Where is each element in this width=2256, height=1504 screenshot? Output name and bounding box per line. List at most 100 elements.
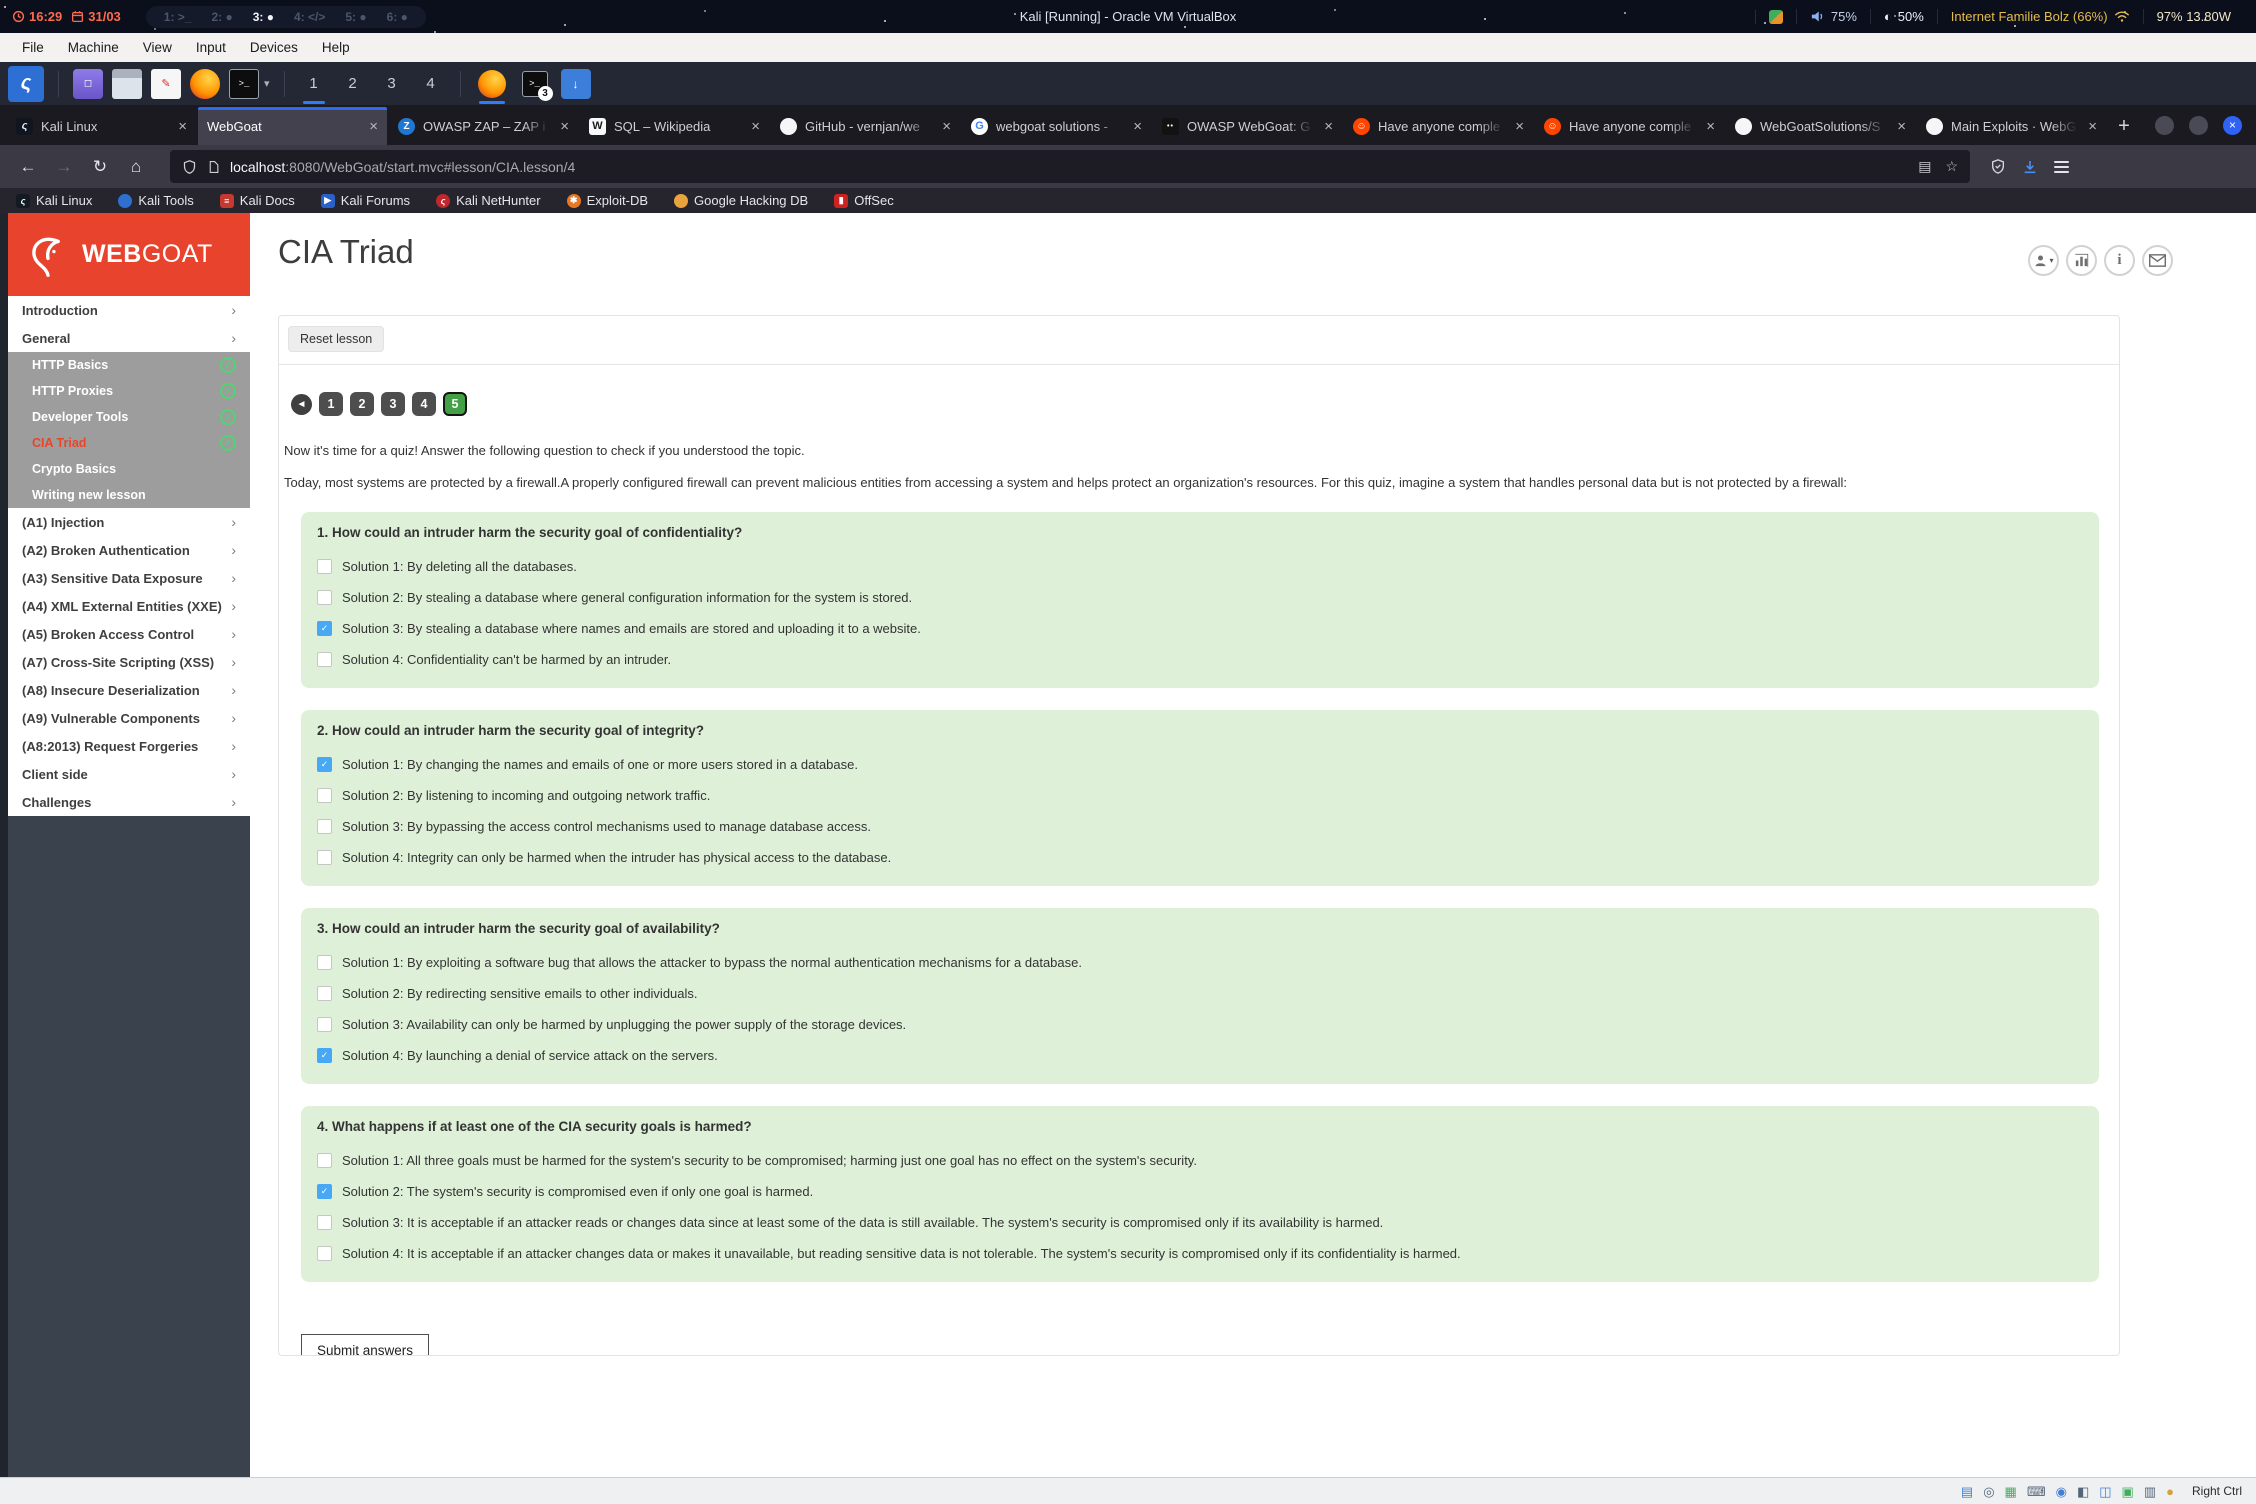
answer-option[interactable]: Solution 4: It is acceptable if an attac… bbox=[317, 1244, 2083, 1263]
menu-help[interactable]: Help bbox=[310, 40, 362, 55]
firefox-running-task[interactable] bbox=[475, 62, 509, 105]
reload-button[interactable]: ↻ bbox=[84, 152, 116, 182]
answer-option[interactable]: Solution 3: Availability can only be har… bbox=[317, 1015, 2083, 1034]
pagination-back-button[interactable]: ◄ bbox=[291, 394, 312, 415]
checkbox-unchecked[interactable] bbox=[317, 850, 332, 865]
tray-app-icon[interactable] bbox=[1769, 10, 1783, 24]
bookmark-offsec[interactable]: ▮OffSec bbox=[834, 193, 894, 208]
sidebar-item-a2-broken-authentication[interactable]: (A2) Broken Authentication› bbox=[8, 536, 250, 564]
kali-menu-button[interactable]: ς bbox=[8, 66, 44, 102]
browser-tab-sql-wikipedia[interactable]: W SQL – Wikipedia × bbox=[580, 107, 769, 145]
network-module[interactable]: Internet Familie Bolz (66%) bbox=[1937, 9, 2143, 24]
recording-status-icon[interactable]: ▥ bbox=[2144, 1485, 2156, 1498]
answer-option[interactable]: Solution 1: By exploiting a software bug… bbox=[317, 953, 2083, 972]
checkbox-unchecked[interactable] bbox=[317, 1215, 332, 1230]
contact-button[interactable] bbox=[2142, 245, 2173, 276]
files-app-icon[interactable]: ◻ bbox=[73, 69, 103, 99]
bookmark-kali-tools[interactable]: Kali Tools bbox=[118, 193, 193, 208]
host-workspace-4[interactable]: 4: </> bbox=[284, 10, 335, 24]
menu-file[interactable]: File bbox=[10, 40, 56, 55]
answer-option[interactable]: ✓Solution 1: By changing the names and e… bbox=[317, 755, 2083, 774]
downloads-icon[interactable] bbox=[2022, 159, 2038, 175]
browser-tab-kali-linux[interactable]: ς Kali Linux × bbox=[7, 107, 196, 145]
user-account-button[interactable]: ▾ bbox=[2028, 245, 2059, 276]
volume-module[interactable]: 75% bbox=[1796, 9, 1870, 24]
tab-close-icon[interactable]: × bbox=[560, 118, 569, 135]
bookmark-google-hacking-db[interactable]: Google Hacking DB bbox=[674, 193, 808, 208]
answer-option[interactable]: Solution 4: Integrity can only be harmed… bbox=[317, 848, 2083, 867]
bookmark-kali-nethunter[interactable]: ςKali NetHunter bbox=[436, 193, 541, 208]
host-workspace-5[interactable]: 5: ● bbox=[335, 10, 376, 24]
page-button-1[interactable]: 1 bbox=[319, 392, 343, 416]
bookmark-kali-docs[interactable]: ≡Kali Docs bbox=[220, 193, 295, 208]
sidebar-item-a1-injection[interactable]: (A1) Injection› bbox=[8, 508, 250, 536]
checkbox-unchecked[interactable] bbox=[317, 1017, 332, 1032]
brightness-module[interactable]: ◐ 50% bbox=[1870, 9, 1937, 24]
sidebar-item-a7-xss[interactable]: (A7) Cross-Site Scripting (XSS)› bbox=[8, 648, 250, 676]
answer-option[interactable]: ✓Solution 4: By launching a denial of se… bbox=[317, 1046, 2083, 1065]
browser-tab-reddit-2[interactable]: ☺ Have anyone comple × bbox=[1535, 107, 1724, 145]
answer-option[interactable]: Solution 4: Confidentiality can't be har… bbox=[317, 650, 2083, 669]
usb-status-icon[interactable]: ◧ bbox=[2077, 1485, 2089, 1498]
folder-app-icon[interactable] bbox=[112, 69, 142, 99]
sidebar-item-http-proxies[interactable]: HTTP Proxies✓ bbox=[8, 378, 250, 404]
checkbox-unchecked[interactable] bbox=[317, 986, 332, 1001]
tab-close-icon[interactable]: × bbox=[1324, 118, 1333, 135]
vm-workspace-3[interactable]: 3 bbox=[377, 62, 407, 105]
scoreboard-button[interactable] bbox=[2066, 245, 2097, 276]
tab-close-icon[interactable]: × bbox=[1706, 118, 1715, 135]
sidebar-item-developer-tools[interactable]: Developer Tools✓ bbox=[8, 404, 250, 430]
checkbox-checked[interactable]: ✓ bbox=[317, 621, 332, 636]
tab-close-icon[interactable]: × bbox=[369, 118, 378, 135]
hdd-status-icon[interactable]: ▤ bbox=[1961, 1485, 1973, 1498]
sidebar-item-http-basics[interactable]: HTTP Basics✓ bbox=[8, 352, 250, 378]
checkbox-unchecked[interactable] bbox=[317, 1153, 332, 1168]
sidebar-item-writing-new-lesson[interactable]: Writing new lesson bbox=[8, 482, 250, 508]
host-workspace-1[interactable]: 1: >_ bbox=[154, 10, 202, 24]
page-button-5-active[interactable]: 5 bbox=[443, 392, 467, 416]
answer-option[interactable]: Solution 3: It is acceptable if an attac… bbox=[317, 1213, 2083, 1232]
close-window-button[interactable]: × bbox=[2223, 116, 2242, 135]
terminal-dropdown-caret[interactable]: ▾ bbox=[264, 77, 270, 90]
checkbox-unchecked[interactable] bbox=[317, 1246, 332, 1261]
tracking-shield-icon[interactable] bbox=[182, 159, 197, 175]
browser-tab-main-exploits[interactable]: Main Exploits · WebG × bbox=[1917, 107, 2106, 145]
bookmark-star-icon[interactable]: ☆ bbox=[1945, 158, 1958, 175]
vm-workspace-1[interactable]: 1 bbox=[299, 62, 329, 105]
menu-machine[interactable]: Machine bbox=[56, 40, 131, 55]
tab-close-icon[interactable]: × bbox=[178, 118, 187, 135]
browser-tab-owasp-zap[interactable]: Z OWASP ZAP – ZAP i × bbox=[389, 107, 578, 145]
browser-tab-webgoat-active[interactable]: WebGoat × bbox=[198, 107, 387, 145]
sidebar-item-a3-sensitive-data[interactable]: (A3) Sensitive Data Exposure› bbox=[8, 564, 250, 592]
checkbox-unchecked[interactable] bbox=[317, 955, 332, 970]
vm-workspace-2[interactable]: 2 bbox=[338, 62, 368, 105]
host-workspace-switcher[interactable]: 1: >_ 2: ● 3: ● 4: </> 5: ● 6: ● bbox=[146, 6, 426, 28]
submit-answers-button[interactable]: Submit answers bbox=[301, 1334, 429, 1356]
tab-close-icon[interactable]: × bbox=[1133, 118, 1142, 135]
sidebar-item-cia-triad[interactable]: CIA Triad✓ bbox=[8, 430, 250, 456]
tray-module[interactable] bbox=[1755, 10, 1796, 24]
sidebar-item-a8-insecure-deserialization[interactable]: (A8) Insecure Deserialization› bbox=[8, 676, 250, 704]
checkbox-checked[interactable]: ✓ bbox=[317, 1184, 332, 1199]
app-menu-icon[interactable] bbox=[2054, 161, 2069, 173]
page-button-4[interactable]: 4 bbox=[412, 392, 436, 416]
page-button-3[interactable]: 3 bbox=[381, 392, 405, 416]
keyboard-status-icon[interactable]: ⌨ bbox=[2027, 1485, 2046, 1498]
mouse-integration-status-icon[interactable]: ● bbox=[2166, 1485, 2174, 1498]
checkbox-unchecked[interactable] bbox=[317, 819, 332, 834]
browser-tab-webgoatsolutions[interactable]: WebGoatSolutions/S × bbox=[1726, 107, 1915, 145]
terminal-running-task[interactable]: >_ 3 bbox=[518, 62, 552, 105]
host-workspace-3[interactable]: 3: ● bbox=[243, 10, 284, 24]
page-button-2[interactable]: 2 bbox=[350, 392, 374, 416]
tab-close-icon[interactable]: × bbox=[751, 118, 760, 135]
checkbox-checked[interactable]: ✓ bbox=[317, 1048, 332, 1063]
checkbox-checked[interactable]: ✓ bbox=[317, 757, 332, 772]
tab-close-icon[interactable]: × bbox=[1515, 118, 1524, 135]
network-status-icon[interactable]: ▦ bbox=[2005, 1485, 2017, 1498]
answer-option[interactable]: Solution 1: All three goals must be harm… bbox=[317, 1151, 2083, 1170]
extension-shield-icon[interactable] bbox=[1990, 158, 2006, 175]
menu-view[interactable]: View bbox=[131, 40, 184, 55]
vm-workspace-4[interactable]: 4 bbox=[416, 62, 446, 105]
browser-tab-owasp-webgoat-github[interactable]: •• OWASP WebGoat: G × bbox=[1153, 107, 1342, 145]
tab-close-icon[interactable]: × bbox=[1897, 118, 1906, 135]
